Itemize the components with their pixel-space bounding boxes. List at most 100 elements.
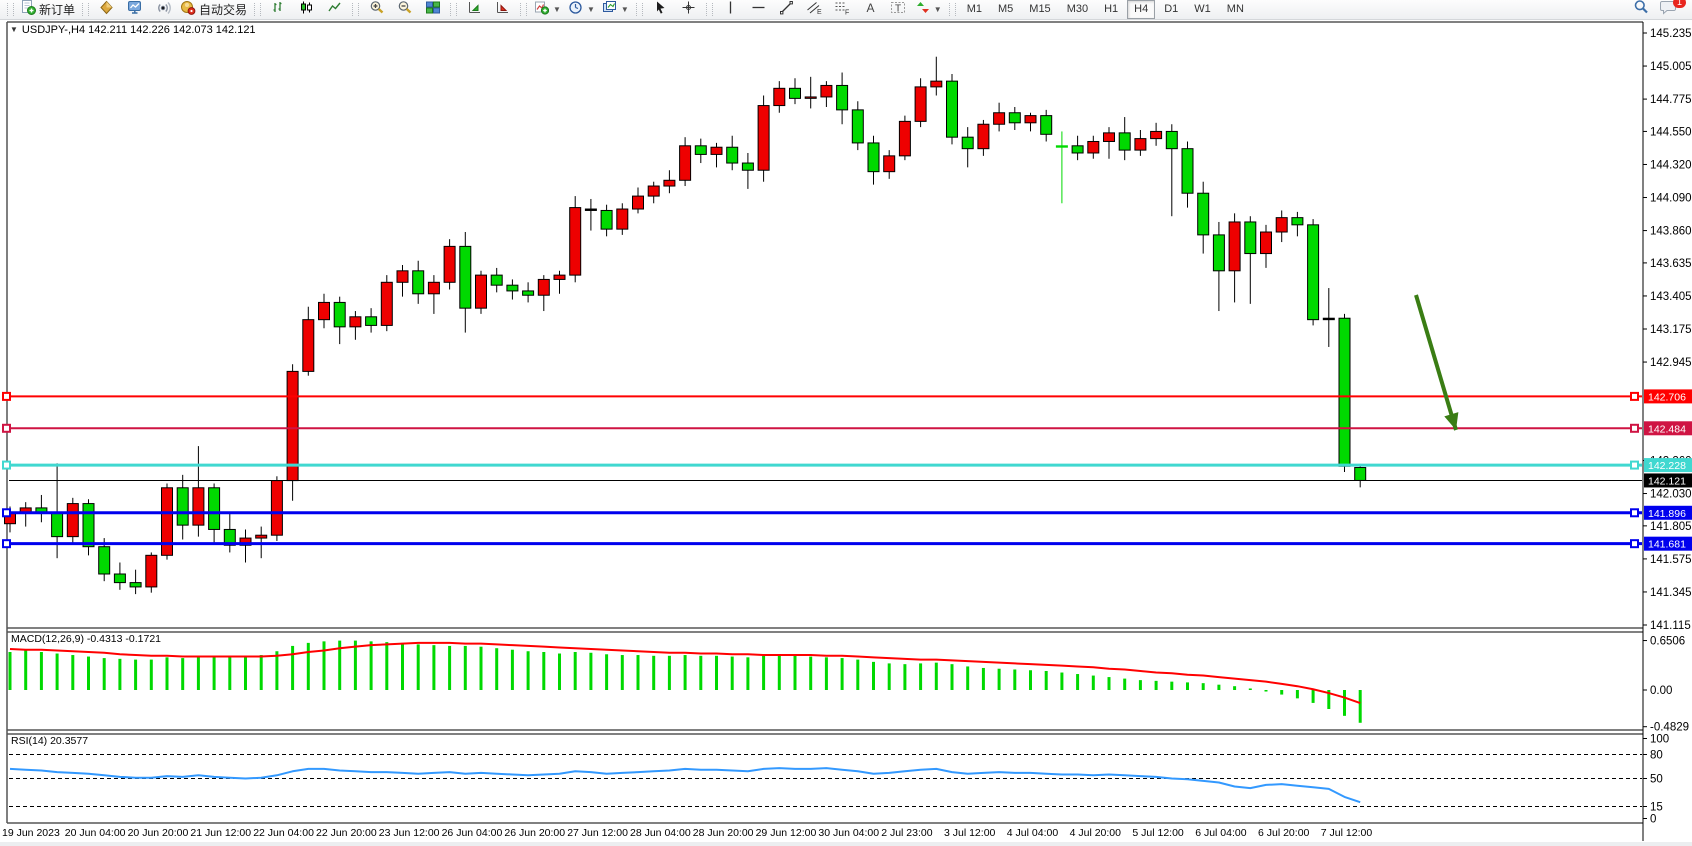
hline-objects[interactable]: 142.706142.484142.228142.121141.896141.6… [3,389,1692,550]
new-chart-button[interactable] [461,0,488,20]
text-label-icon: T [890,0,906,20]
timeframe-D1[interactable]: D1 [1157,0,1185,19]
svg-text:28 Jun 04:00: 28 Jun 04:00 [630,827,691,839]
notification-badge: 1 [1673,0,1686,8]
svg-text:29 Jun 12:00: 29 Jun 12:00 [756,827,817,839]
svg-text:141.345: 141.345 [1650,587,1692,599]
svg-text:143.860: 143.860 [1650,226,1692,238]
timeframe-H1[interactable]: H1 [1097,0,1125,19]
bar-chart-icon [271,0,286,20]
search-button[interactable] [1627,0,1654,20]
toolbar-grip [949,3,956,16]
timeframe-MN[interactable]: MN [1220,0,1251,19]
indicators-button[interactable]: ▼ [531,0,564,20]
svg-text:145.005: 145.005 [1650,61,1692,73]
monitor-chart-icon [127,0,143,20]
vertical-line-icon [724,0,737,20]
candlestick-mode-button[interactable] [293,0,320,20]
svg-text:141.896: 141.896 [1648,508,1686,520]
time-axis[interactable]: 19 Jun 202320 Jun 04:0020 Jun 20:0021 Ju… [2,827,1372,839]
new-order-button[interactable]: 新订单 [18,0,78,20]
text-label-tool-button[interactable]: T [885,0,912,20]
vertical-line-tool-button[interactable] [717,0,744,20]
notifications-button[interactable]: 1 [1655,0,1682,20]
svg-text:142.945: 142.945 [1650,357,1692,369]
text-tool-button[interactable]: A [857,0,884,20]
chevron-down-icon: ▼ [621,5,629,14]
chart-down-icon [495,0,510,20]
toolbar-grip [254,3,261,16]
rsi-indicator-label: RSI(14) 20.3577 [11,735,88,747]
chevron-down-icon: ▼ [934,5,942,14]
svg-text:142.228: 142.228 [1648,460,1686,472]
cursor-button[interactable] [647,0,674,20]
svg-text:143.405: 143.405 [1650,291,1692,303]
toolbar: 新订单 自动交易 [0,0,1692,20]
arrow-annotation[interactable] [1416,295,1458,430]
toolbar-grip [352,3,359,16]
virtual-hosting-button[interactable] [121,0,148,20]
profile-charts-button[interactable] [489,0,516,20]
arrows-icon [916,0,930,20]
mql-market-button[interactable] [93,0,120,20]
svg-text:T: T [895,3,901,14]
tile-windows-button[interactable] [419,0,446,20]
toolbar-grip [706,3,713,16]
svg-text:144.090: 144.090 [1650,193,1692,205]
arrows-tool-button[interactable]: ▼ [913,0,945,20]
svg-text:4 Jul 20:00: 4 Jul 20:00 [1070,827,1122,839]
timeframe-W1[interactable]: W1 [1187,0,1218,19]
svg-text:15: 15 [1650,802,1663,814]
trendline-tool-button[interactable] [773,0,800,20]
timeframe-M15[interactable]: M15 [1022,0,1057,19]
clock-icon [568,0,583,20]
svg-text:4 Jul 04:00: 4 Jul 04:00 [1007,827,1059,839]
svg-text:27 Jun 12:00: 27 Jun 12:00 [567,827,628,839]
tile-windows-icon [425,0,441,20]
chevron-down-icon: ▼ [587,5,595,14]
periods-button[interactable]: ▼ [565,0,598,20]
zoom-in-button[interactable] [363,0,390,20]
fibonacci-tool-button[interactable]: F [829,0,856,20]
chart-up-icon [467,0,482,20]
equidistant-channel-tool-button[interactable]: E [801,0,828,20]
svg-text:19 Jun 2023: 19 Jun 2023 [2,827,60,839]
autotrading-button[interactable]: 自动交易 [177,0,250,20]
svg-text:2 Jul 23:00: 2 Jul 23:00 [881,827,933,839]
svg-text:7 Jul 12:00: 7 Jul 12:00 [1321,827,1373,839]
svg-text:21 Jun 12:00: 21 Jun 12:00 [190,827,251,839]
templates-button[interactable]: ▼ [599,0,632,20]
svg-text:141.575: 141.575 [1650,554,1692,566]
mt4-terminal: 新订单 自动交易 [0,0,1692,846]
bar-chart-mode-button[interactable] [265,0,292,20]
zoom-out-button[interactable] [391,0,418,20]
chart-window: 145.235145.005144.775144.550144.320144.0… [0,20,1692,846]
svg-text:142.030: 142.030 [1650,489,1692,501]
new-order-icon [21,0,36,20]
chevron-down-icon: ▼ [553,5,561,14]
collapse-triangle-icon[interactable]: ▼ [10,25,18,34]
svg-text:20 Jun 20:00: 20 Jun 20:00 [128,827,189,839]
timeframe-M1[interactable]: M1 [960,0,989,19]
svg-text:6 Jul 04:00: 6 Jul 04:00 [1195,827,1247,839]
timeframe-H4[interactable]: H4 [1127,0,1155,19]
svg-text:26 Jun 20:00: 26 Jun 20:00 [504,827,565,839]
trendline-icon [779,0,794,20]
panel-borders [7,22,1643,841]
timeframe-M5[interactable]: M5 [991,0,1020,19]
svg-text:F: F [845,9,849,15]
price-chart-canvas[interactable]: 145.235145.005144.775144.550144.320144.0… [0,20,1692,846]
svg-text:-0.4829: -0.4829 [1650,722,1689,734]
svg-text:6 Jul 20:00: 6 Jul 20:00 [1258,827,1310,839]
signals-button[interactable] [149,0,176,20]
fibonacci-icon: F [834,0,850,20]
svg-text:3 Jul 12:00: 3 Jul 12:00 [944,827,996,839]
svg-text:144.320: 144.320 [1650,159,1692,171]
crosshair-button[interactable] [675,0,702,20]
horizontal-line-tool-button[interactable] [745,0,772,20]
rsi-layer [10,768,1360,802]
window-footer-strip [0,842,1692,846]
timeframe-M30[interactable]: M30 [1060,0,1095,19]
template-icon [602,0,617,20]
line-chart-mode-button[interactable] [321,0,348,20]
